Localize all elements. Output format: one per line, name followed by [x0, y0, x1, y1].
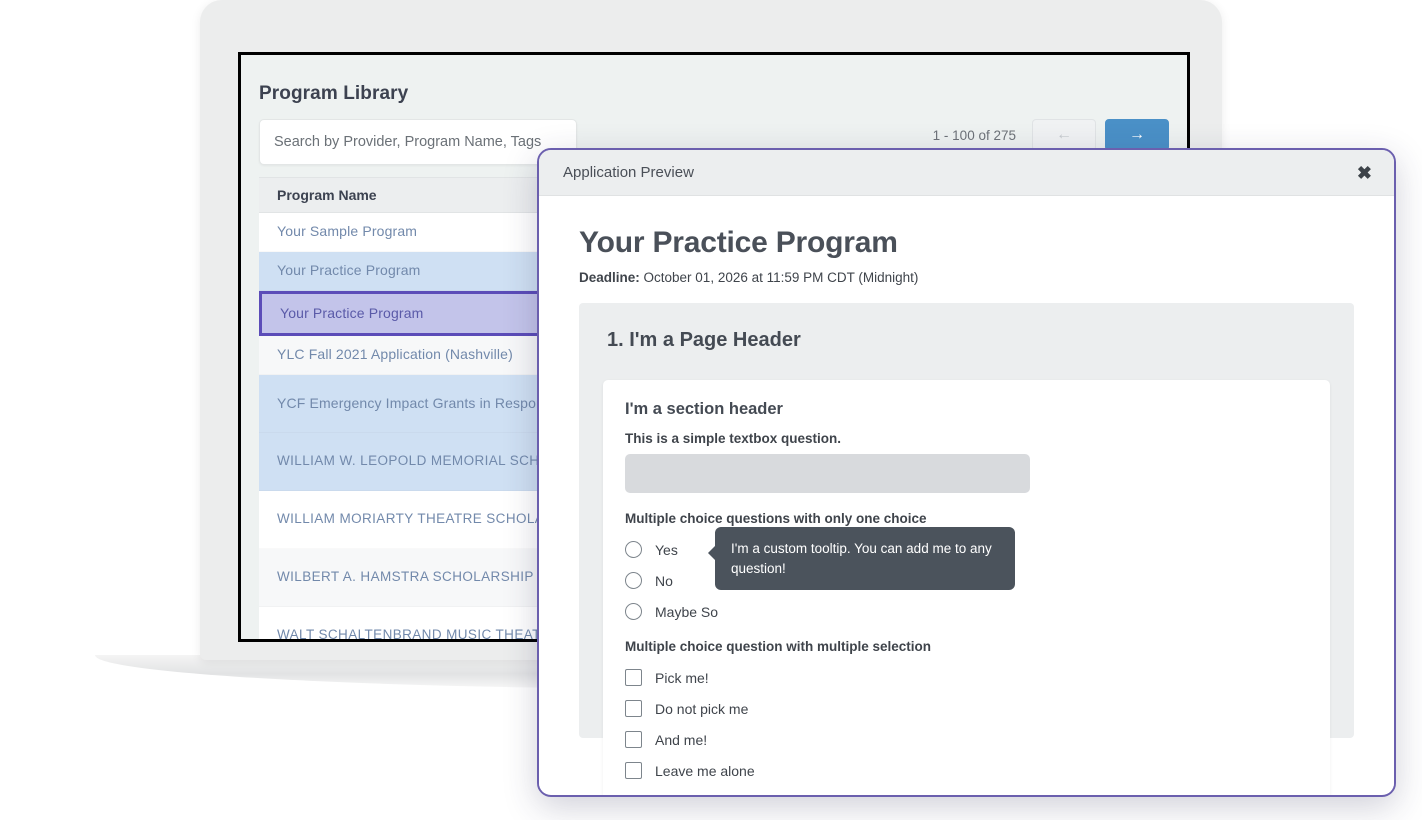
checkbox-option-label: Leave me alone [655, 762, 755, 779]
program-name-link[interactable]: Your Sample Program [277, 223, 417, 241]
radio-option-label: Maybe So [655, 603, 719, 620]
search-input[interactable]: Search by Provider, Program Name, Tags [259, 119, 577, 165]
checkbox-icon[interactable] [625, 762, 642, 779]
radio-button-icon[interactable] [625, 541, 642, 558]
modal-header: Application Preview ✖ [539, 150, 1394, 196]
checkbox-icon[interactable] [625, 669, 642, 686]
arrow-left-icon: ← [1056, 126, 1072, 143]
checkbox-icon[interactable] [625, 700, 642, 717]
radio-option-label: Yes [655, 541, 678, 558]
close-icon[interactable]: ✖ [1357, 164, 1372, 182]
radio-option[interactable]: Maybe So [625, 596, 1308, 627]
form-section-header: I'm a section header [625, 400, 783, 418]
program-title: Your Practice Program [579, 226, 898, 259]
pagination: 1 - 100 of 275 ← → [933, 119, 1169, 151]
modal-body: Your Practice Program Deadline: October … [539, 196, 1394, 795]
checkbox-option[interactable]: Leave me alone [625, 755, 1308, 786]
page-title: Program Library [259, 83, 409, 104]
deadline-line: Deadline: October 01, 2026 at 11:59 PM C… [579, 270, 1354, 285]
arrow-right-icon: → [1129, 126, 1145, 143]
checkbox-option-label: Pick me! [655, 669, 709, 686]
checkbox-group: Pick me! Do not pick me And me! Leave me al… [625, 662, 1308, 786]
checkbox-option[interactable]: Do not pick me [625, 693, 1308, 724]
program-name-link[interactable]: WILBERT A. HAMSTRA SCHOLARSHIP [277, 569, 534, 586]
search-placeholder: Search by Provider, Program Name, Tags [274, 134, 542, 150]
next-page-button[interactable]: → [1105, 119, 1169, 151]
radio-button-icon[interactable] [625, 603, 642, 620]
program-name-link[interactable]: YLC Fall 2021 Application (Nashville) [277, 346, 513, 364]
program-name-link[interactable]: Your Practice Program [280, 305, 423, 323]
textbox-input[interactable] [625, 454, 1030, 493]
checkbox-icon[interactable] [625, 731, 642, 748]
radio-question-label: Multiple choice questions with only one … [625, 511, 927, 526]
tooltip-text: I'm a custom tooltip. You can add me to … [731, 541, 992, 576]
checkbox-question-label: Multiple choice question with multiple s… [625, 639, 932, 654]
deadline-label: Deadline: [579, 270, 640, 285]
radio-option-label: No [655, 572, 673, 589]
page-container: 1. I'm a Page Header I'm a section heade… [579, 303, 1354, 795]
custom-tooltip: I'm a custom tooltip. You can add me to … [708, 527, 1015, 591]
textbox-question-label: This is a simple textbox question. [625, 431, 842, 446]
checkbox-option[interactable]: Pick me! [625, 662, 1308, 693]
modal-title: Application Preview [563, 164, 694, 181]
form-page-header: 1. I'm a Page Header [607, 329, 801, 351]
previous-page-button[interactable]: ← [1032, 119, 1096, 151]
deadline-value: October 01, 2026 at 11:59 PM CDT (Midnig… [643, 270, 919, 285]
checkbox-option-label: And me! [655, 731, 708, 748]
application-preview-modal: Application Preview ✖ Your Practice Prog… [537, 148, 1396, 797]
program-name-link[interactable]: Your Practice Program [277, 262, 420, 280]
checkbox-option-label: Do not pick me [655, 700, 749, 717]
column-header-program-name: Program Name [277, 187, 377, 203]
pagination-count: 1 - 100 of 275 [932, 127, 1016, 143]
checkbox-option[interactable]: And me! [625, 724, 1308, 755]
radio-button-icon[interactable] [625, 572, 642, 589]
